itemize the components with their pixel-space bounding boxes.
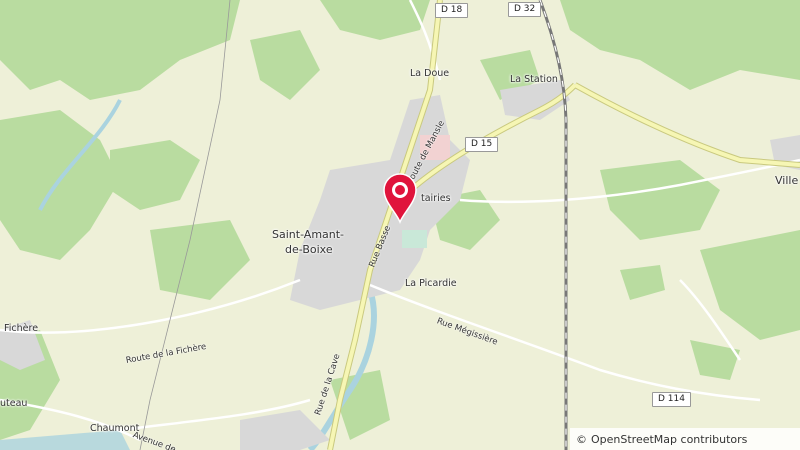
road-shield-d32: D 32	[508, 2, 542, 17]
place-label-la-picardie: La Picardie	[405, 278, 457, 289]
attribution-link[interactable]: OpenStreetMap contributors	[591, 433, 747, 446]
place-label-saint-amant-2: de-Boixe	[285, 243, 333, 256]
place-label-ville: Ville	[775, 174, 799, 187]
map-base-layer	[0, 0, 800, 450]
attribution-bar: © OpenStreetMap contributors	[570, 428, 800, 450]
road-shield-d15: D 15	[465, 137, 499, 152]
place-label-uteau: uteau	[0, 398, 28, 409]
road-shield-d114: D 114	[652, 392, 691, 407]
place-label-chaumont: Chaumont	[90, 423, 140, 434]
map-canvas[interactable]: D 18 D 32 D 15 D 114 La Doue La Station …	[0, 0, 800, 450]
place-label-la-station: La Station	[510, 74, 558, 85]
place-label-la-doue: La Doue	[410, 68, 450, 79]
road-shield-d18: D 18	[435, 3, 469, 18]
place-label-saint-amant-1: Saint-Amant-	[272, 228, 345, 241]
copyright-icon: ©	[576, 432, 587, 446]
location-pin-icon[interactable]	[382, 172, 418, 225]
place-label-fichere: Fichère	[4, 323, 39, 334]
place-label-metairies: tairies	[421, 193, 451, 204]
